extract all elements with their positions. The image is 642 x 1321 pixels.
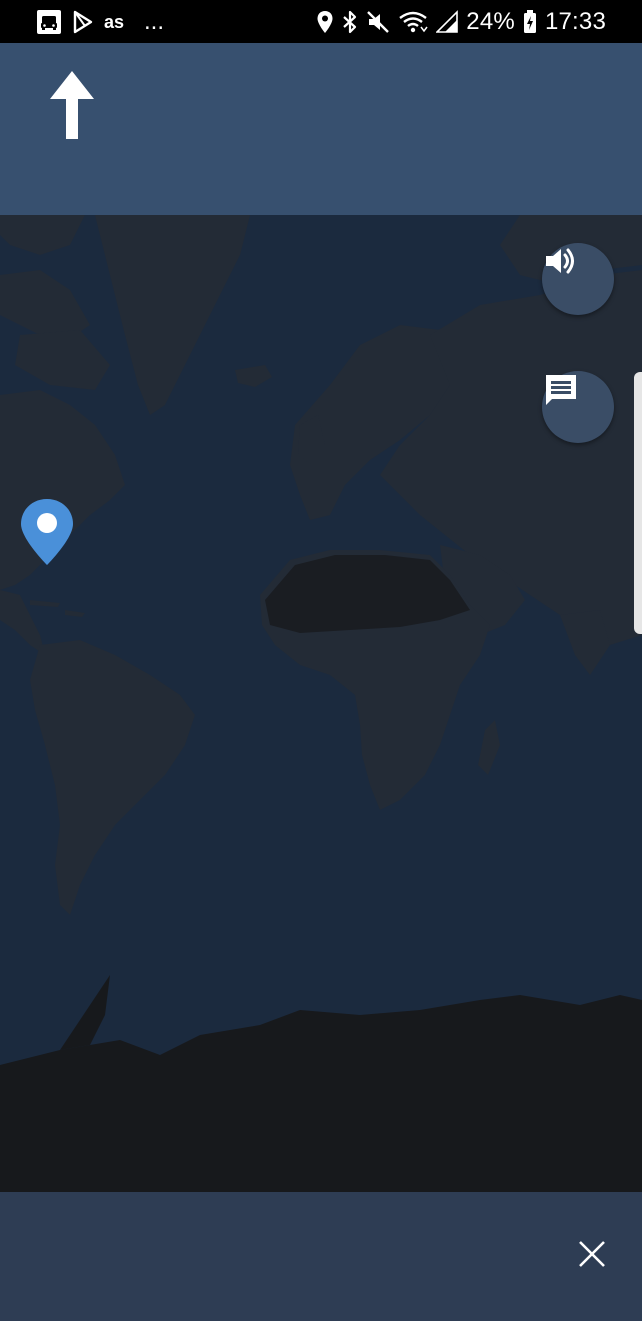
battery-icon [523,9,537,34]
status-left-group: as ... [36,8,164,36]
status-bar: as ... 24% 17:33 [0,0,642,43]
world-map [0,215,642,1192]
status-overflow: ... [144,7,165,35]
signal-icon [436,9,459,34]
navigation-screen: as ... 24% 17:33 [0,0,642,1321]
close-icon [577,1239,607,1274]
mute-icon [366,10,390,34]
svg-text:as: as [104,12,124,32]
sound-toggle-button[interactable] [542,243,614,315]
arrow-up-icon [48,69,96,141]
clock-time: 17:33 [544,7,606,35]
navigation-instruction-bar[interactable] [0,43,642,215]
bluetooth-icon [342,10,358,34]
wifi-icon [398,10,428,34]
map-view[interactable] [0,215,642,1192]
battery-percent: 24% [466,7,515,35]
lastfm-icon: as [104,12,134,32]
status-right-group: 24% 17:33 [316,8,606,36]
location-icon [316,10,334,34]
side-panel-handle[interactable] [634,372,642,634]
play-store-icon [72,10,94,34]
close-button[interactable] [566,1230,618,1282]
bottom-panel [0,1192,642,1321]
drive-mode-icon [36,9,62,35]
location-pin-icon[interactable] [20,497,74,569]
report-button[interactable] [542,371,614,443]
